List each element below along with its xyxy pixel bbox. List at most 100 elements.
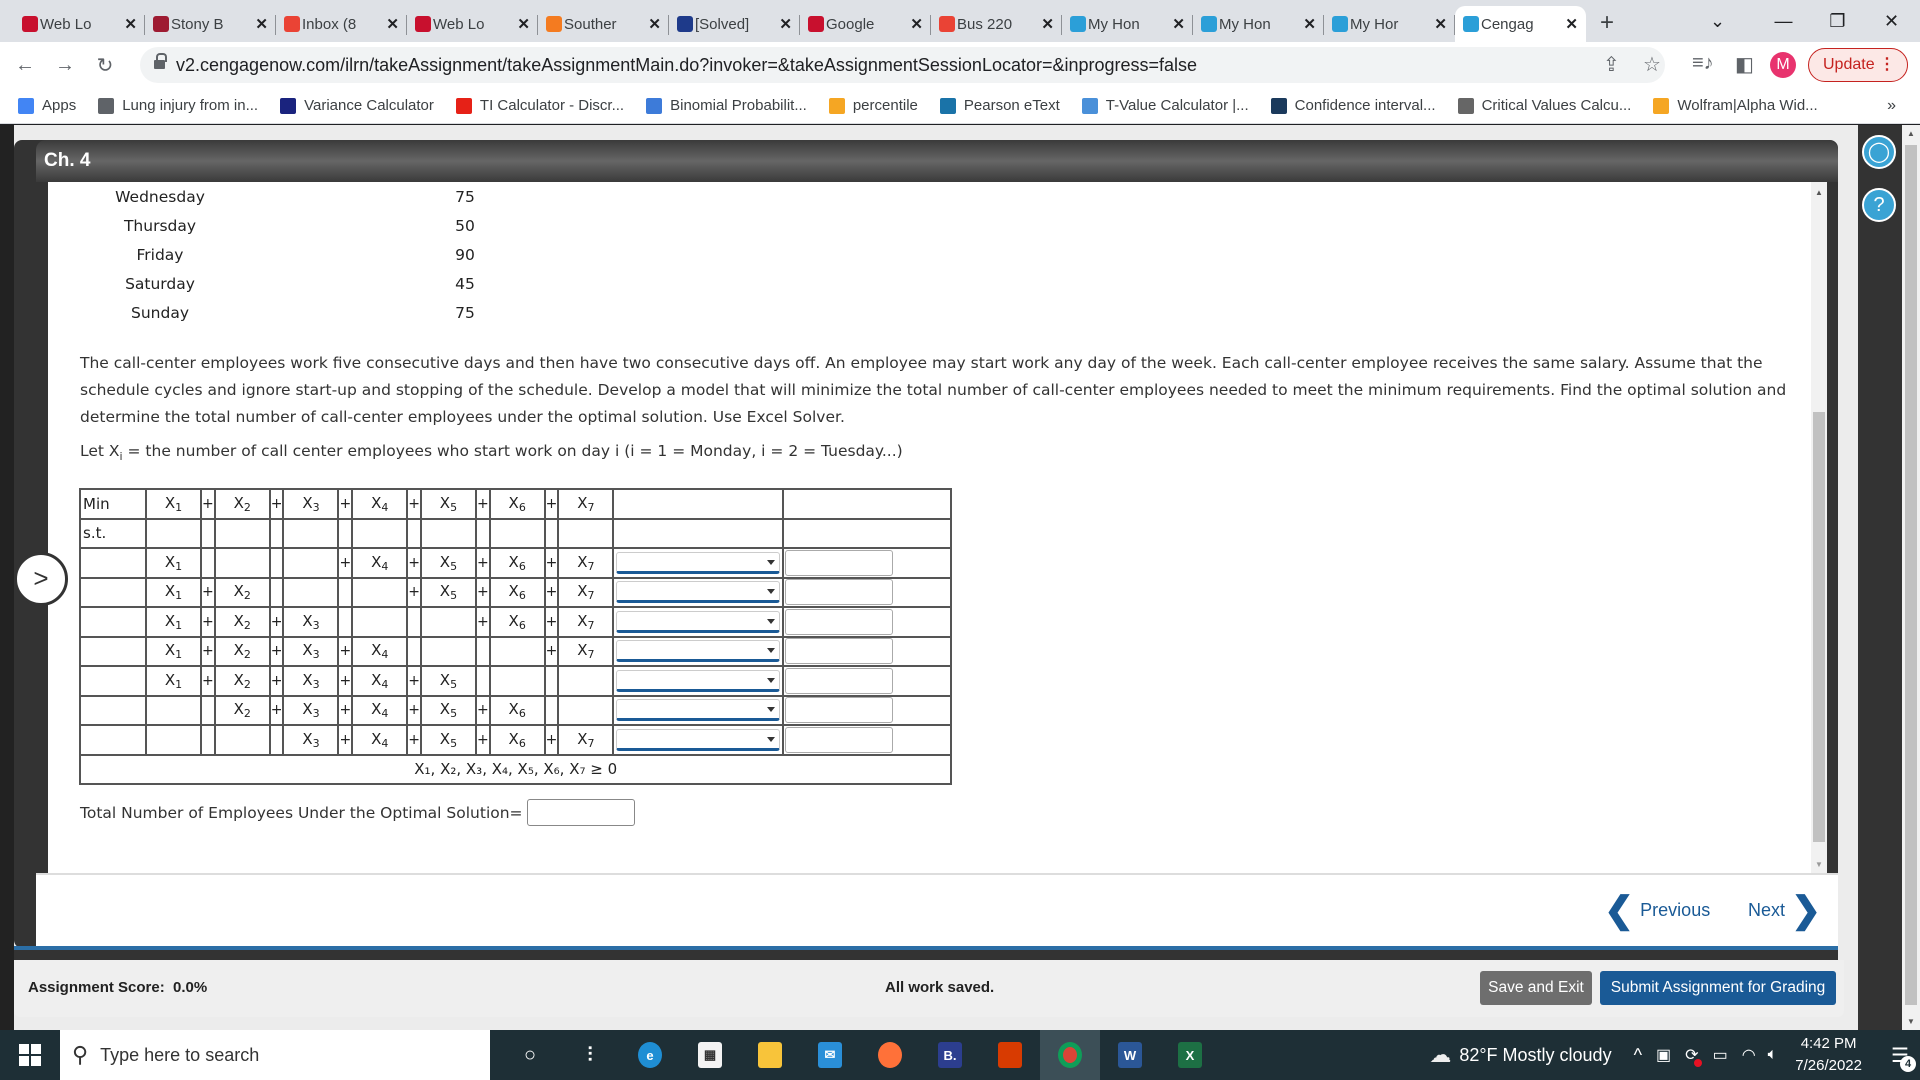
bookmark-item[interactable]: percentile xyxy=(828,97,918,114)
meet-now-icon[interactable]: ▣ xyxy=(1656,1045,1671,1065)
constraint-rhs-input[interactable] xyxy=(785,608,894,635)
taskbar-search-box[interactable]: ⚲ Type here to search xyxy=(60,1030,490,1080)
firefox-icon[interactable] xyxy=(860,1030,920,1080)
previous-button[interactable]: ❮ Previous xyxy=(1604,892,1710,928)
content-scroll-thumb[interactable] xyxy=(1813,412,1825,842)
save-and-exit-button[interactable]: Save and Exit xyxy=(1480,971,1592,1005)
constraint-rhs-input[interactable] xyxy=(785,549,894,576)
close-tab-icon[interactable]: ✕ xyxy=(1434,15,1447,33)
new-tab-button[interactable]: + xyxy=(1586,6,1628,42)
chat-support-icon[interactable]: ◯ xyxy=(1862,135,1896,169)
side-panel-icon[interactable]: ◧ xyxy=(1735,52,1754,77)
next-button[interactable]: Next ❯ xyxy=(1748,892,1821,928)
constraint-rhs-input[interactable] xyxy=(785,579,894,606)
browser-tab[interactable]: My Hor ✕ xyxy=(1324,6,1455,42)
constraint-rhs-input[interactable] xyxy=(785,638,894,665)
bookmark-item[interactable]: TI Calculator - Discr... xyxy=(455,97,624,114)
weather-text[interactable]: 82°F Mostly cloudy xyxy=(1459,1045,1611,1066)
browser-tab[interactable]: My Hon ✕ xyxy=(1193,6,1324,42)
mail-icon[interactable]: ✉ xyxy=(800,1030,860,1080)
close-tab-icon[interactable]: ✕ xyxy=(386,15,399,33)
profile-avatar[interactable]: M xyxy=(1770,52,1796,78)
media-control-icon[interactable]: ≡♪ xyxy=(1692,52,1714,75)
back-icon[interactable]: ← xyxy=(5,54,45,77)
submit-assignment-button[interactable]: Submit Assignment for Grading xyxy=(1600,971,1836,1005)
more-bookmarks-icon[interactable]: » xyxy=(1887,97,1896,115)
constraint-operator-select[interactable] xyxy=(616,640,781,663)
close-tab-icon[interactable]: ✕ xyxy=(1565,15,1578,33)
wifi-icon[interactable]: ◠ xyxy=(1742,1045,1756,1065)
bookmark-item[interactable]: Lung injury from in... xyxy=(98,97,258,114)
help-icon[interactable]: ? xyxy=(1862,188,1896,222)
share-icon[interactable]: ⇪ xyxy=(1603,52,1620,77)
bookmark-item[interactable]: Variance Calculator xyxy=(280,97,434,114)
close-tab-icon[interactable]: ✕ xyxy=(1041,15,1054,33)
total-employees-input[interactable] xyxy=(526,799,635,826)
close-tab-icon[interactable]: ✕ xyxy=(1172,15,1185,33)
constraint-operator-select[interactable] xyxy=(616,610,781,633)
edge-icon[interactable]: e xyxy=(620,1030,680,1080)
page-scroll-down-icon[interactable]: ▼ xyxy=(1907,1017,1915,1026)
browser-tab[interactable]: Inbox (8 ✕ xyxy=(276,6,407,42)
constraint-rhs-input[interactable] xyxy=(785,726,894,753)
browser-tab[interactable]: Cengag ✕ xyxy=(1455,6,1586,42)
expand-panel-button[interactable]: > xyxy=(14,552,68,606)
restore-icon[interactable]: ❐ xyxy=(1810,0,1865,42)
address-bar[interactable]: v2.cengagenow.com/ilrn/takeAssignment/ta… xyxy=(140,47,1665,83)
show-hidden-icons[interactable]: ^ xyxy=(1634,1045,1642,1066)
content-scrollbar[interactable]: ▲ ▼ xyxy=(1811,182,1827,873)
browser-tab[interactable]: Google ✕ xyxy=(800,6,931,42)
minimize-icon[interactable]: — xyxy=(1756,0,1811,42)
bookmark-item[interactable]: Apps xyxy=(18,97,76,114)
office-icon[interactable] xyxy=(980,1030,1040,1080)
close-tab-icon[interactable]: ✕ xyxy=(648,15,661,33)
store-icon[interactable]: ▦ xyxy=(680,1030,740,1080)
bookmark-item[interactable]: Pearson eText xyxy=(939,97,1060,114)
constraint-rhs-input[interactable] xyxy=(785,697,894,724)
bookmark-item[interactable]: Confidence interval... xyxy=(1270,97,1436,114)
constraint-operator-select[interactable] xyxy=(616,669,781,692)
page-scroll-thumb[interactable] xyxy=(1905,145,1917,1005)
close-tab-icon[interactable]: ✕ xyxy=(517,15,530,33)
browser-tab[interactable]: Stony B ✕ xyxy=(145,6,276,42)
notification-center-icon[interactable]: ☰ 4 xyxy=(1880,1030,1920,1080)
browser-tab[interactable]: [Solved] ✕ xyxy=(669,6,800,42)
bookmark-star-icon[interactable]: ☆ xyxy=(1643,52,1661,77)
browser-tab[interactable]: Web Lo ✕ xyxy=(14,6,145,42)
tab-search-icon[interactable]: ⌄ xyxy=(1690,0,1745,42)
browser-tab[interactable]: Web Lo ✕ xyxy=(407,6,538,42)
clock[interactable]: 4:42 PM 7/26/2022 xyxy=(1795,1033,1862,1077)
browser-tab[interactable]: My Hon ✕ xyxy=(1062,6,1193,42)
scroll-down-icon[interactable]: ▼ xyxy=(1815,860,1823,869)
start-button[interactable] xyxy=(0,1030,60,1080)
close-tab-icon[interactable]: ✕ xyxy=(910,15,923,33)
lock-icon[interactable] xyxy=(154,53,167,71)
cortana-icon[interactable]: ○ xyxy=(500,1030,560,1080)
word-icon[interactable]: W xyxy=(1100,1030,1160,1080)
bookmark-item[interactable]: Wolfram|Alpha Wid... xyxy=(1653,97,1818,114)
bookmark-item[interactable]: T-Value Calculator |... xyxy=(1081,97,1249,114)
close-tab-icon[interactable]: ✕ xyxy=(124,15,137,33)
b-app-icon[interactable]: B. xyxy=(920,1030,980,1080)
bookmark-item[interactable]: Binomial Probabilit... xyxy=(646,97,807,114)
constraint-operator-select[interactable] xyxy=(616,581,781,604)
battery-icon[interactable]: ▭ xyxy=(1713,1045,1728,1065)
browser-tab[interactable]: Souther ✕ xyxy=(538,6,669,42)
sync-icon[interactable]: ⟳ xyxy=(1685,1045,1702,1067)
constraint-rhs-input[interactable] xyxy=(785,667,894,694)
scroll-up-icon[interactable]: ▲ xyxy=(1815,188,1823,197)
chrome-icon[interactable] xyxy=(1040,1030,1100,1080)
reload-icon[interactable]: ↻ xyxy=(85,53,125,78)
close-tab-icon[interactable]: ✕ xyxy=(779,15,792,33)
update-button[interactable]: Update ⋮ xyxy=(1808,48,1908,82)
constraint-operator-select[interactable] xyxy=(616,728,781,751)
forward-icon[interactable]: → xyxy=(45,54,85,77)
close-tab-icon[interactable]: ✕ xyxy=(255,15,268,33)
excel-icon[interactable]: X xyxy=(1160,1030,1220,1080)
close-window-icon[interactable]: ✕ xyxy=(1864,0,1919,42)
constraint-operator-select[interactable] xyxy=(616,551,781,574)
close-tab-icon[interactable]: ✕ xyxy=(1303,15,1316,33)
bookmark-item[interactable]: Critical Values Calcu... xyxy=(1457,97,1631,114)
task-view-icon[interactable]: ⫶ xyxy=(560,1030,620,1080)
constraint-operator-select[interactable] xyxy=(616,699,781,722)
